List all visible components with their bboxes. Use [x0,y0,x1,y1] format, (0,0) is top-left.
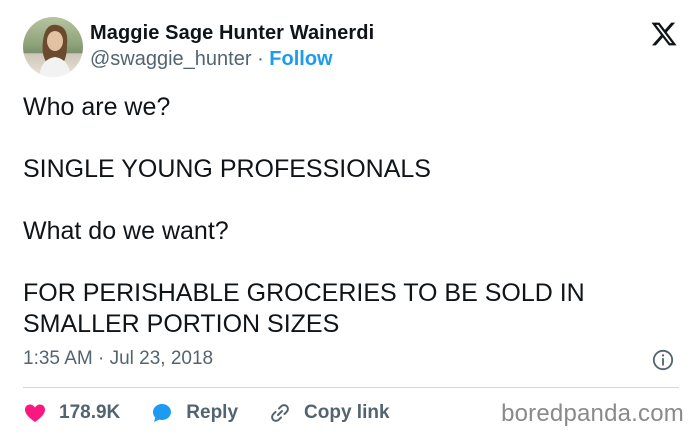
author-handle[interactable]: @swaggie_hunter [90,48,252,70]
tweet-line: Who are we? [23,93,171,121]
divider [23,387,679,388]
x-logo-icon[interactable] [650,20,678,48]
like-count: 178.9K [59,402,121,423]
tweet-line: FOR PERISHABLE GROCERIES TO BE SOLD IN S… [23,279,585,338]
tweet-line: SINGLE YOUNG PROFESSIONALS [23,155,431,183]
info-icon[interactable] [652,349,674,371]
reply-label: Reply [186,402,239,423]
tweet-timestamp[interactable]: 1:35 AM · Jul 23, 2018 [23,348,213,370]
action-bar: 178.9K Reply Copy link [23,398,420,428]
handle-separator: · [251,48,270,70]
follow-button[interactable]: Follow [269,48,332,70]
reply-button[interactable]: Reply [150,401,238,425]
author-display-name[interactable]: Maggie Sage Hunter Wainerdi [90,22,374,45]
link-icon [271,404,289,422]
like-button[interactable]: 178.9K [23,401,120,425]
author-handle-line: @swaggie_hunter · Follow [90,48,333,71]
copy-link-button[interactable]: Copy link [268,401,390,425]
watermark: boredpanda.com [501,400,684,427]
tweet-line: What do we want? [23,217,229,245]
speech-bubble-icon [153,404,172,422]
avatar[interactable] [23,17,83,77]
tweet-text: Who are we? SINGLE YOUNG PROFESSIONALS W… [23,92,673,340]
heart-icon [25,404,45,422]
copy-link-label: Copy link [304,402,390,423]
